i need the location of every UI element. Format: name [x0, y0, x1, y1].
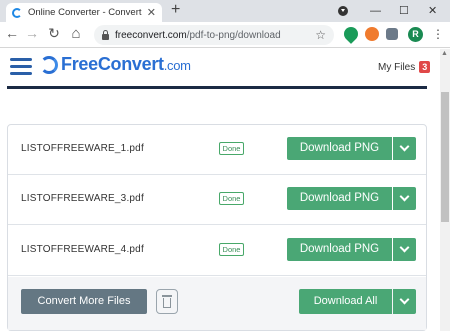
home-icon[interactable]: ⌂ [67, 25, 85, 42]
my-files-label: My Files [378, 61, 416, 73]
my-files-link[interactable]: My Files 3 [378, 61, 431, 73]
download-png-button[interactable]: Download PNG [287, 187, 392, 210]
extensions-puzzle-icon[interactable] [386, 28, 398, 40]
url-text: freeconvert.com/pdf-to-png/download [115, 30, 315, 41]
back-icon[interactable]: ← [3, 25, 21, 41]
download-png-button[interactable]: Download PNG [287, 238, 392, 261]
file-row: LISTOFFREEWARE_4.pdf Done Download PNG [8, 226, 426, 276]
freeconvert-logo[interactable]: FreeConvert.com [40, 54, 191, 75]
tab-title: Online Converter - Convert Imag [28, 7, 143, 18]
logo-name: FreeConvert [61, 54, 164, 74]
close-window-button[interactable]: ✕ [428, 0, 437, 22]
profile-avatar[interactable]: R [408, 27, 423, 42]
download-all-button[interactable]: Download All [299, 289, 392, 314]
maximize-button[interactable]: ☐ [399, 0, 409, 22]
url-domain: freeconvert.com [115, 29, 187, 41]
download-options-button[interactable] [393, 187, 416, 210]
status-badge: Done [219, 142, 244, 155]
status-badge: Done [219, 192, 244, 205]
scroll-up-arrow-icon[interactable]: ▲ [441, 50, 448, 57]
logo-tld: .com [163, 58, 191, 73]
favicon-icon [12, 7, 22, 18]
bookmark-star-icon[interactable]: ☆ [315, 28, 326, 42]
url-path: /pdf-to-png/download [186, 29, 281, 41]
reload-icon[interactable]: ↻ [45, 25, 63, 42]
tab-close-icon[interactable]: ✕ [147, 6, 156, 19]
hamburger-menu-icon[interactable] [10, 58, 32, 75]
browser-tab-strip: Online Converter - Convert Imag ✕ + — ☐ … [0, 0, 450, 22]
lock-icon [102, 30, 109, 40]
download-options-button[interactable] [393, 238, 416, 261]
file-row: LISTOFFREEWARE_1.pdf Done Download PNG [8, 125, 426, 175]
convert-more-files-button[interactable]: Convert More Files [21, 289, 147, 314]
my-files-count-badge: 3 [419, 61, 431, 73]
scrollbar-thumb[interactable] [441, 92, 449, 222]
tab-search-icon[interactable] [338, 6, 348, 16]
forward-icon[interactable]: → [23, 25, 41, 41]
extension-orange-icon[interactable] [365, 27, 379, 41]
new-tab-button[interactable]: + [171, 1, 180, 19]
delete-all-button[interactable] [156, 289, 178, 314]
file-name: LISTOFFREEWARE_3.pdf [21, 193, 144, 204]
files-footer-bar: Convert More Files Download All [8, 277, 426, 330]
browser-toolbar: ← → ↻ ⌂ freeconvert.com/pdf-to-png/downl… [0, 22, 450, 48]
file-name: LISTOFFREEWARE_4.pdf [21, 244, 144, 255]
file-row: LISTOFFREEWARE_3.pdf Done Download PNG [8, 175, 426, 225]
download-all-options-button[interactable] [393, 289, 416, 314]
header-divider [7, 86, 427, 89]
chevron-down-icon [399, 191, 410, 202]
trash-icon [162, 295, 172, 297]
file-name: LISTOFFREEWARE_1.pdf [21, 143, 144, 154]
chevron-down-icon [399, 141, 410, 152]
logo-refresh-icon [40, 55, 58, 74]
status-badge: Done [219, 243, 244, 256]
logo-text: FreeConvert.com [61, 54, 191, 75]
site-header: FreeConvert.com My Files 3 [0, 49, 440, 87]
address-bar[interactable]: freeconvert.com/pdf-to-png/download ☆ [94, 25, 334, 45]
browser-menu-icon[interactable]: ⋮ [432, 26, 444, 42]
minimize-button[interactable]: — [370, 0, 381, 22]
converted-files-panel: LISTOFFREEWARE_1.pdf Done Download PNG L… [7, 124, 427, 331]
trash-can-body [163, 298, 171, 308]
chevron-down-icon [399, 294, 410, 305]
chevron-down-icon [399, 242, 410, 253]
browser-tab[interactable]: Online Converter - Convert Imag ✕ [6, 3, 162, 22]
download-options-button[interactable] [393, 137, 416, 160]
download-png-button[interactable]: Download PNG [287, 137, 392, 160]
